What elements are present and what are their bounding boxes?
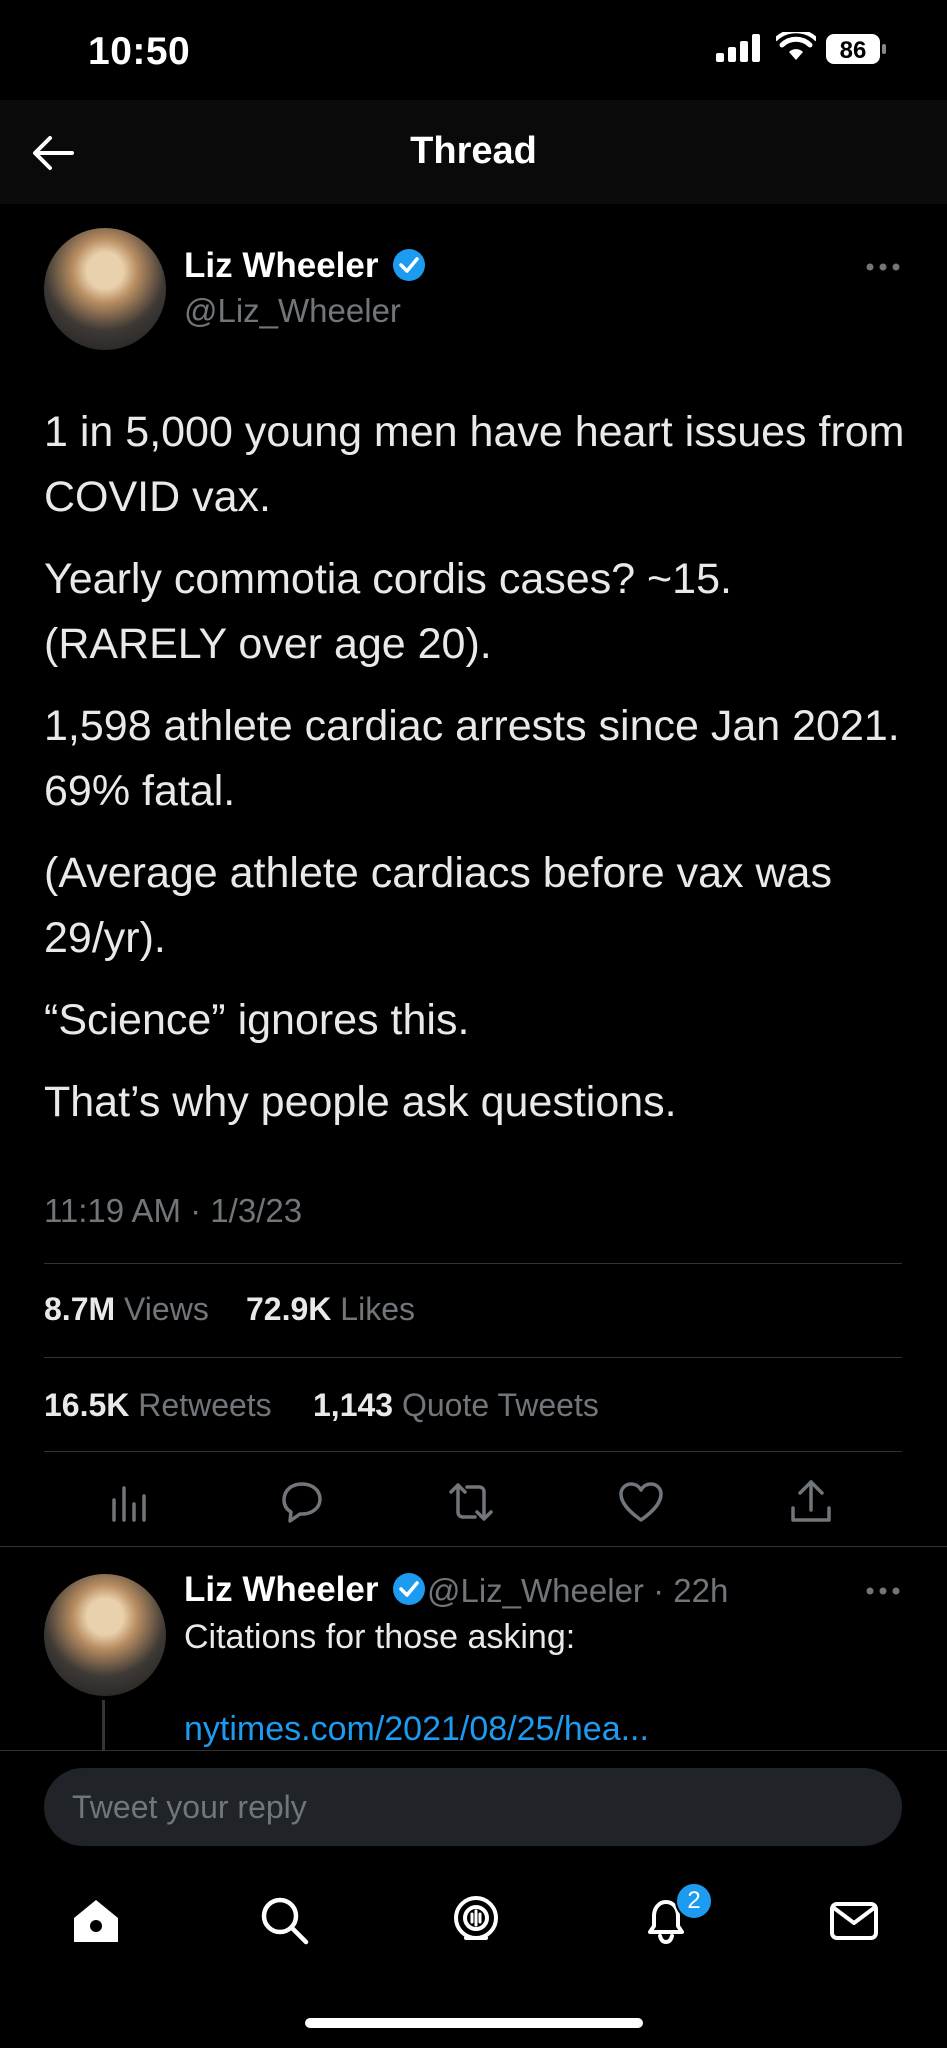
share-icon[interactable] [787, 1478, 835, 1526]
likes-count: 72.9K [246, 1291, 332, 1327]
more-options-icon[interactable] [866, 262, 900, 272]
tweet-paragraph: (Average athlete cardiacs before vax was… [44, 849, 832, 962]
home-indicator[interactable] [305, 2018, 643, 2028]
search-icon[interactable] [256, 1892, 312, 1948]
reply-text: Citations for those asking: [184, 1618, 576, 1656]
views-stat[interactable]: 8.7M Views [44, 1291, 209, 1328]
divider [44, 1357, 902, 1358]
more-options-icon[interactable] [866, 1586, 900, 1596]
reply-handle-time[interactable]: @Liz_Wheeler · 22h [427, 1572, 728, 1610]
wifi-icon [776, 32, 816, 62]
views-count: 8.7M [44, 1291, 116, 1327]
tweet-paragraph: 1,598 athlete cardiac arrests since Jan … [44, 702, 900, 815]
battery-icon: 86 [826, 34, 886, 64]
home-icon[interactable] [68, 1892, 124, 1948]
retweets-label: Retweets [138, 1387, 272, 1423]
author-name[interactable]: Liz Wheeler [184, 246, 426, 286]
status-time: 10:50 [88, 30, 191, 73]
retweets-count: 16.5K [44, 1387, 130, 1423]
spaces-icon[interactable] [448, 1892, 504, 1948]
messages-icon[interactable] [826, 1892, 882, 1948]
tweet-paragraph: Yearly commotia cordis cases? ~15. (RARE… [44, 555, 732, 668]
thread-line [102, 1700, 105, 1750]
author-handle[interactable]: @Liz_Wheeler [184, 292, 401, 330]
quote-tweets-label: Quote Tweets [401, 1387, 599, 1423]
retweets-stat[interactable]: 16.5K Retweets [44, 1387, 272, 1424]
reply-link[interactable]: nytimes.com/2021/08/25/hea... [184, 1710, 649, 1749]
likes-label: Likes [340, 1291, 415, 1327]
reply-input[interactable] [44, 1768, 902, 1846]
reply-author-name[interactable]: Liz Wheeler [184, 1570, 426, 1610]
avatar[interactable] [44, 228, 166, 350]
verified-badge-icon [393, 249, 426, 281]
tweet-paragraph: That’s why people ask questions. [44, 1078, 677, 1126]
divider [44, 1263, 902, 1264]
reply-avatar[interactable] [44, 1574, 166, 1696]
battery-level: 86 [840, 37, 867, 64]
like-icon[interactable] [617, 1478, 665, 1526]
divider [44, 1451, 902, 1452]
likes-stat[interactable]: 72.9K Likes [246, 1291, 415, 1328]
reply-icon[interactable] [278, 1478, 326, 1526]
tweet-timestamp: 11:19 AM · 1/3/23 [44, 1192, 303, 1229]
tweet-paragraph: “Science” ignores this. [44, 996, 470, 1044]
tweet-paragraph: 1 in 5,000 young men have heart issues f… [44, 408, 905, 521]
notifications-badge: 2 [675, 1882, 713, 1920]
quote-tweets-stat[interactable]: 1,143 Quote Tweets [313, 1387, 599, 1424]
author-name-text[interactable]: Liz Wheeler [184, 246, 378, 285]
reply-author-name-text[interactable]: Liz Wheeler [184, 1570, 378, 1609]
retweet-icon[interactable] [447, 1478, 495, 1526]
cellular-signal-icon [716, 34, 762, 62]
analytics-icon[interactable] [106, 1478, 154, 1526]
divider [0, 1546, 947, 1547]
views-label: Views [124, 1291, 209, 1327]
verified-badge-icon [393, 1573, 426, 1605]
quote-tweets-count: 1,143 [313, 1387, 394, 1423]
page-title: Thread [410, 130, 537, 172]
